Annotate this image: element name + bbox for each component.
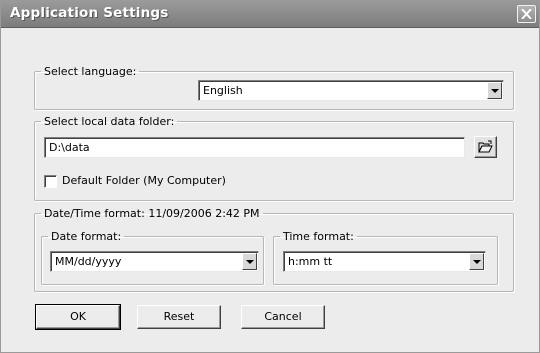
- time-format-value: h:mm tt: [288, 255, 333, 268]
- language-select[interactable]: English: [198, 80, 504, 101]
- language-value: English: [203, 84, 243, 97]
- close-button[interactable]: [517, 5, 536, 23]
- folder-legend: Select local data folder:: [44, 115, 175, 128]
- cancel-button[interactable]: Cancel: [241, 305, 325, 329]
- dropdown-arrow-icon[interactable]: [487, 82, 502, 99]
- folder-path-value: D:\data: [49, 141, 90, 154]
- title-bar[interactable]: Application Settings: [1, 1, 539, 28]
- folder-open-icon: [478, 140, 493, 153]
- window-title: Application Settings: [10, 5, 169, 21]
- browse-folder-button[interactable]: [474, 136, 497, 158]
- default-folder-label[interactable]: Default Folder (My Computer): [62, 174, 226, 187]
- time-format-legend: Time format:: [283, 230, 354, 243]
- dropdown-arrow-icon[interactable]: [242, 253, 257, 270]
- settings-dialog: Application Settings Select language: En…: [0, 0, 540, 353]
- dropdown-arrow-icon[interactable]: [469, 253, 484, 270]
- date-format-select[interactable]: MM/dd/yyyy: [50, 251, 259, 272]
- time-format-select[interactable]: h:mm tt: [283, 251, 486, 272]
- reset-button[interactable]: Reset: [137, 305, 221, 329]
- default-folder-checkbox[interactable]: [44, 175, 57, 188]
- close-icon: [521, 9, 532, 19]
- folder-path-input[interactable]: D:\data: [44, 137, 465, 158]
- datetime-legend: Date/Time format: 11/09/2006 2:42 PM: [44, 207, 260, 220]
- ok-button[interactable]: OK: [35, 304, 121, 330]
- date-format-legend: Date format:: [51, 230, 122, 243]
- date-format-value: MM/dd/yyyy: [55, 255, 122, 268]
- folder-group: Select local data folder:: [34, 115, 514, 201]
- language-legend: Select language:: [44, 65, 137, 78]
